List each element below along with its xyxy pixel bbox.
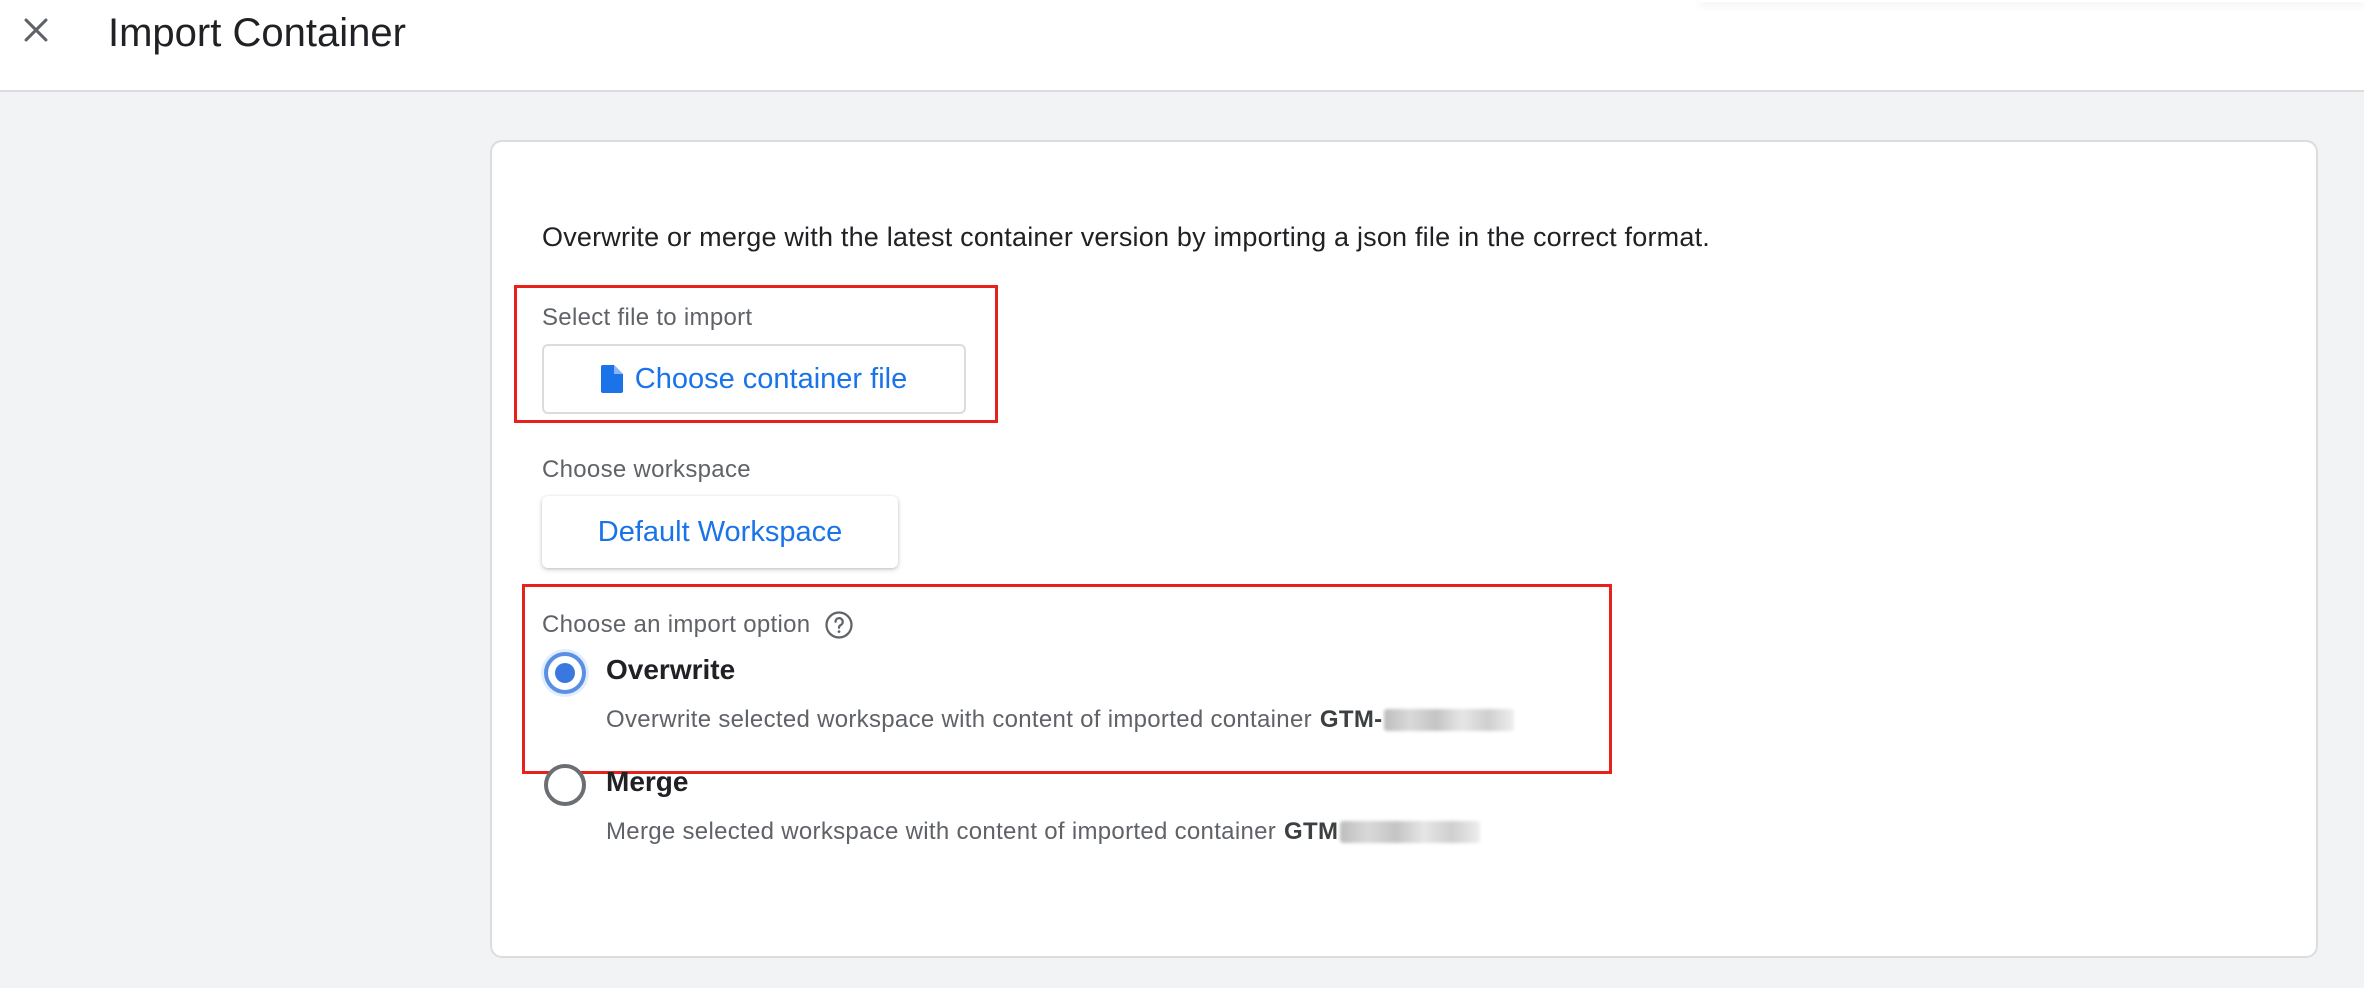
import-description: Overwrite or merge with the latest conta… bbox=[542, 222, 1710, 252]
merge-description: Merge selected workspace with content of… bbox=[606, 818, 1481, 846]
workspace-select-label: Default Workspace bbox=[597, 515, 843, 548]
import-card: Overwrite or merge with the latest conta… bbox=[490, 140, 2318, 958]
file-section-label: Select file to import bbox=[542, 304, 753, 331]
overwrite-title: Overwrite bbox=[606, 654, 736, 685]
merge-description-text: Merge selected workspace with content of… bbox=[606, 818, 1277, 845]
file-icon bbox=[600, 365, 623, 393]
help-circle-icon[interactable] bbox=[824, 610, 854, 640]
header-shadow bbox=[1700, 0, 2364, 2]
overwrite-description-text: Overwrite selected workspace with conten… bbox=[606, 706, 1312, 733]
choose-file-label: Choose container file bbox=[634, 362, 908, 395]
choose-file-button[interactable]: Choose container file bbox=[542, 344, 966, 414]
close-button[interactable] bbox=[12, 6, 60, 54]
merge-radio[interactable] bbox=[544, 764, 586, 806]
merge-container-id: GTM bbox=[1284, 818, 1339, 845]
page-title: Import Container bbox=[108, 11, 406, 55]
import-option-label: Choose an import option bbox=[542, 610, 854, 640]
redacted-container-id bbox=[1340, 821, 1481, 843]
workspace-select-button[interactable]: Default Workspace bbox=[542, 496, 898, 568]
workspace-section-label: Choose workspace bbox=[542, 456, 751, 483]
redacted-container-id bbox=[1384, 709, 1515, 731]
radio-dot bbox=[555, 663, 575, 683]
import-option-label-text: Choose an import option bbox=[542, 611, 811, 638]
close-icon bbox=[24, 18, 48, 42]
merge-title: Merge bbox=[606, 766, 689, 797]
card-content: Overwrite or merge with the latest conta… bbox=[514, 142, 2316, 956]
header-bar: Import Container bbox=[0, 0, 2364, 92]
overwrite-description: Overwrite selected workspace with conten… bbox=[606, 706, 1515, 734]
overwrite-radio[interactable] bbox=[544, 652, 586, 694]
overwrite-container-id: GTM- bbox=[1319, 706, 1383, 733]
